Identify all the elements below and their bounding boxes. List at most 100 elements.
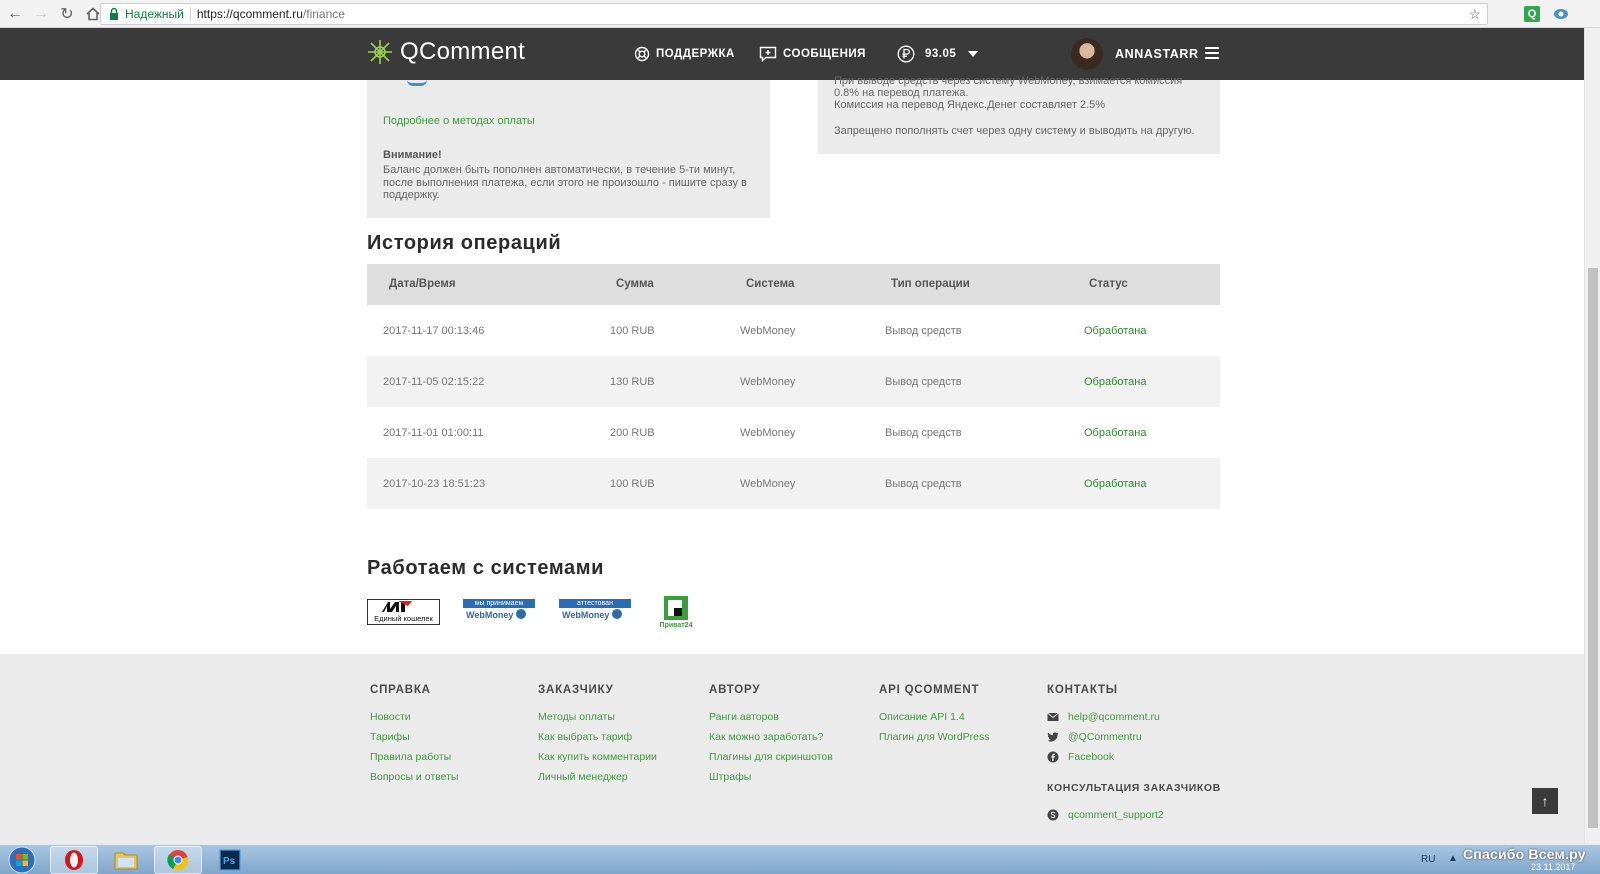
- contact-email-text: help@qcomment.ru: [1068, 711, 1160, 723]
- col-system: Система: [746, 278, 795, 290]
- footer-link-news[interactable]: Новости: [370, 710, 458, 730]
- start-button[interactable]: [0, 846, 44, 874]
- scrollbar-thumb[interactable]: [1588, 268, 1598, 828]
- footer-author-title: АВТОРУ: [709, 684, 761, 696]
- systems-title: Работаем с системами: [367, 557, 605, 579]
- footer-link-buy-comments[interactable]: Как купить комментарии: [538, 750, 657, 770]
- footer-link-personal-manager[interactable]: Личный менеджер: [538, 770, 657, 790]
- table-header: Дата/Время Сумма Система Тип операции Ст…: [367, 264, 1220, 305]
- contact-email[interactable]: help@qcomment.ru: [1047, 710, 1221, 730]
- contact-facebook[interactable]: Facebook: [1047, 750, 1221, 770]
- col-datetime: Дата/Время: [389, 278, 456, 290]
- page-scrollbar[interactable]: [1584, 28, 1600, 844]
- bookmark-star-icon[interactable]: ☆: [1468, 6, 1481, 23]
- footer-link-penalties[interactable]: Штрафы: [709, 770, 833, 790]
- taskbar-photoshop[interactable]: Ps: [206, 846, 254, 874]
- w1-logo[interactable]: Единый кошелек: [367, 599, 440, 625]
- warning-title: Внимание!: [383, 149, 442, 161]
- payment-systems-logos: Единый кошелек мы принимаем WebMoney атт…: [367, 595, 727, 631]
- footer-col-help: СПРАВКА Новости Тарифы Правила работы Во…: [370, 684, 458, 790]
- facebook-icon: [1047, 751, 1059, 763]
- messages-link[interactable]: СООБЩЕНИЯ: [759, 46, 866, 62]
- tray-date[interactable]: 23.11.2017: [1531, 862, 1575, 872]
- footer-link-rules[interactable]: Правила работы: [370, 750, 458, 770]
- reload-icon[interactable]: ↻: [54, 1, 80, 27]
- footer-link-how-to-earn[interactable]: Как можно заработать?: [709, 730, 833, 750]
- footer-link-wordpress-plugin[interactable]: Плагин для WordPress: [879, 730, 990, 750]
- extension-q-icon[interactable]: Q: [1524, 6, 1540, 22]
- commission-info-panel: При выводе средств через систему WebMone…: [818, 75, 1220, 154]
- menu-hamburger-icon[interactable]: [1205, 47, 1219, 59]
- w1-logo-caption: Единый кошелек: [374, 614, 433, 623]
- caret-down-icon: [968, 51, 979, 57]
- opera-icon: [65, 850, 83, 870]
- taskbar-chrome[interactable]: [154, 846, 202, 874]
- extension-eye-icon[interactable]: [1552, 6, 1570, 22]
- footer-col-api: API QCOMMENT Описание API 1.4 Плагин для…: [879, 684, 990, 750]
- table-row: 2017-11-01 01:00:11 200 RUB WebMoney Выв…: [367, 407, 1220, 458]
- watermark: Спасибо Всем.ру: [1463, 846, 1586, 862]
- taskbar-opera[interactable]: [50, 846, 98, 874]
- address-bar[interactable]: Надежный https://qcomment.ru/finance ☆: [100, 3, 1488, 25]
- footer-link-choose-tariff[interactable]: Как выбрать тариф: [538, 730, 657, 750]
- url-host: https://qcomment.ru: [196, 7, 303, 21]
- globe-icon: [611, 609, 622, 619]
- row-datetime: 2017-11-17 00:13:46: [383, 325, 485, 337]
- row-type: Вывод средств: [885, 478, 962, 490]
- footer-api-title: API QCOMMENT: [879, 684, 980, 696]
- row-amount: 130 RUB: [610, 376, 655, 388]
- privat24-logo[interactable]: Приват24: [654, 595, 698, 631]
- skype-icon: [1047, 809, 1059, 821]
- browser-toolbar: ← → ↻ Надежный https://qcomment.ru/finan…: [0, 0, 1600, 28]
- payment-methods-link[interactable]: Подробнее о методах оплаты: [383, 115, 535, 127]
- scroll-to-top-button[interactable]: ↑: [1532, 788, 1558, 814]
- contact-skype[interactable]: qcomment_support2: [1047, 808, 1221, 828]
- table-row: 2017-10-23 18:51:23 100 RUB WebMoney Выв…: [367, 458, 1220, 509]
- commission-line-3: Комиссия на перевод Яндекс.Денег составл…: [834, 99, 1106, 111]
- row-status: Обработана: [1084, 427, 1147, 439]
- footer-col-contacts: КОНТАКТЫ help@qcomment.ru @QCommentru Fa…: [1047, 684, 1221, 828]
- contact-twitter[interactable]: @QCommentru: [1047, 730, 1221, 750]
- webmoney-attest-logo[interactable]: аттестован WebMoney: [559, 599, 631, 623]
- row-amount: 100 RUB: [610, 478, 655, 490]
- commission-line-2: 0.8% на перевод платежа.: [834, 87, 969, 99]
- col-amount: Сумма: [616, 278, 654, 290]
- user-avatar[interactable]: [1071, 38, 1103, 70]
- footer-link-api-docs[interactable]: Описание API 1.4: [879, 710, 990, 730]
- logo-text: QComment: [400, 38, 526, 65]
- balance-dropdown[interactable]: 93.05: [897, 45, 984, 63]
- language-indicator[interactable]: RU: [1421, 854, 1435, 865]
- footer-link-author-ranks[interactable]: Ранги авторов: [709, 710, 833, 730]
- row-type: Вывод средств: [885, 325, 962, 337]
- site-footer: СПРАВКА Новости Тарифы Правила работы Во…: [0, 654, 1584, 844]
- table-row: 2017-11-17 00:13:46 100 RUB WebMoney Выв…: [367, 305, 1220, 356]
- site-logo[interactable]: QComment: [366, 38, 525, 66]
- message-plus-icon: [759, 46, 777, 62]
- history-title: История операций: [367, 232, 562, 254]
- footer-link-screenshot-plugins[interactable]: Плагины для скриншотов: [709, 750, 833, 770]
- support-label: ПОДДЕРЖКА: [656, 48, 735, 60]
- row-datetime: 2017-10-23 18:51:23: [383, 478, 486, 490]
- footer-link-payment-methods[interactable]: Методы оплаты: [538, 710, 657, 730]
- privat24-caption: Приват24: [659, 622, 693, 629]
- ruble-icon: [897, 45, 915, 63]
- table-row: 2017-11-05 02:15:22 130 RUB WebMoney Выв…: [367, 356, 1220, 407]
- back-icon[interactable]: ←: [2, 1, 28, 27]
- row-amount: 200 RUB: [610, 427, 655, 439]
- forward-icon[interactable]: →: [28, 1, 54, 27]
- row-type: Вывод средств: [885, 427, 962, 439]
- tray-expand-icon[interactable]: ▲: [1448, 853, 1458, 864]
- username[interactable]: ANNASTARR: [1115, 47, 1199, 61]
- row-status: Обработана: [1084, 478, 1147, 490]
- wm-attest-top: аттестован: [559, 599, 631, 608]
- footer-link-tariffs[interactable]: Тарифы: [370, 730, 458, 750]
- wm-accept-top: мы принимаем: [463, 599, 535, 608]
- consultation-title: КОНСУЛЬТАЦИЯ ЗАКАЗЧИКОВ: [1047, 782, 1221, 794]
- webmoney-accept-logo[interactable]: мы принимаем WebMoney: [463, 599, 535, 623]
- footer-col-customer: ЗАКАЗЧИКУ Методы оплаты Как выбрать тари…: [538, 684, 657, 790]
- support-link[interactable]: ПОДДЕРЖКА: [634, 46, 735, 62]
- footer-link-faq[interactable]: Вопросы и ответы: [370, 770, 458, 790]
- row-datetime: 2017-11-05 02:15:22: [383, 376, 485, 388]
- folder-icon: [114, 852, 138, 870]
- taskbar-explorer[interactable]: [102, 846, 150, 874]
